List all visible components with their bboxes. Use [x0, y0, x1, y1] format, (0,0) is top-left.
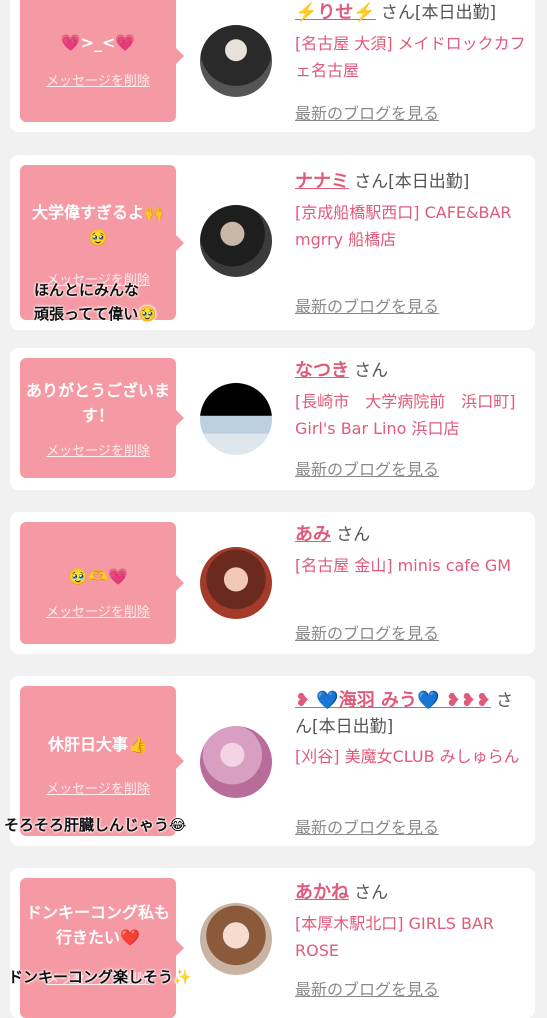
blog-link[interactable]: 最新のブログを見る	[295, 293, 439, 317]
blog-link[interactable]: 最新のブログを見る	[295, 976, 439, 1000]
blog-link[interactable]: 最新のブログを見る	[295, 814, 439, 838]
shop-name: [名古屋 金山] minis cafe GM	[295, 556, 512, 575]
message-text: ドンキーコング私も行きたい❤️	[25, 903, 170, 947]
cast-name-link[interactable]: ❥ 💙海羽 みう💙 ❥❥❥	[295, 690, 491, 711]
avatar[interactable]	[200, 383, 272, 455]
delete-message-link[interactable]: メッセージを削除	[20, 70, 176, 89]
cast-name-link[interactable]: ナナミ	[295, 171, 349, 192]
blog-link[interactable]: 最新のブログを見る	[295, 456, 439, 480]
cast-name-link[interactable]: ⚡️りせ⚡️	[295, 2, 376, 23]
message-text: 休肝日大事👍	[48, 735, 148, 754]
avatar[interactable]	[200, 726, 272, 798]
cast-name-link[interactable]: あみ	[295, 524, 331, 545]
delete-message-link[interactable]: メッセージを削除	[20, 601, 176, 620]
message-text: 🥹🫶💗	[68, 567, 128, 586]
message-card: 🥹🫶💗 メッセージを削除 あみ さん [名古屋 金山] minis cafe G…	[10, 512, 535, 654]
san-label: さん[本日出勤]	[380, 3, 497, 23]
message-text: 大学偉すぎるよ🙌🥹	[32, 203, 164, 247]
cast-info: ⚡️りせ⚡️ さん[本日出勤] [名古屋 大須] メイドロックカフェ名古屋	[295, 0, 530, 84]
blog-link[interactable]: 最新のブログを見る	[295, 620, 439, 644]
cast-info: あかね さん [本厚木駅北口] GIRLS BAR ROSE	[295, 878, 530, 964]
shop-name: [長崎市 大学病院前 浜口町] Girl's Bar Lino 浜口店	[295, 392, 516, 438]
avatar[interactable]	[200, 205, 272, 277]
message-bubble: 🥹🫶💗 メッセージを削除	[20, 522, 184, 644]
overlay-caption: ドンキーコング楽しそう✨	[8, 968, 192, 986]
message-card: ありがとうございます！ メッセージを削除 なつき さん [長崎市 大学病院前 浜…	[10, 348, 535, 490]
shop-name: [刈谷] 美魔女CLUB みしゅらん	[295, 747, 520, 766]
san-label: さん	[336, 525, 371, 545]
san-label: さん	[354, 883, 389, 903]
cast-name-link[interactable]: あかね	[295, 882, 349, 903]
message-bubble: ありがとうございます！ メッセージを削除	[20, 358, 184, 478]
cast-info: ❥ 💙海羽 みう💙 ❥❥❥ さん[本日出勤] [刈谷] 美魔女CLUB みしゅら…	[295, 686, 530, 770]
avatar[interactable]	[200, 547, 272, 619]
message-text: 💗>_<💗	[60, 33, 136, 52]
message-bubble: ドンキーコング私も行きたい❤️ メッセージを削除	[20, 878, 184, 1018]
message-card: ドンキーコング私も行きたい❤️ メッセージを削除 あかね さん [本厚木駅北口]…	[10, 868, 535, 1018]
delete-message-link[interactable]: メッセージを削除	[20, 778, 176, 797]
message-bubble: 💗>_<💗 メッセージを削除	[20, 0, 184, 122]
shop-name: [本厚木駅北口] GIRLS BAR ROSE	[295, 914, 495, 960]
avatar[interactable]	[200, 903, 272, 975]
cast-info: あみ さん [名古屋 金山] minis cafe GM	[295, 520, 530, 579]
blog-link[interactable]: 最新のブログを見る	[295, 100, 439, 124]
san-label: さん	[354, 361, 389, 381]
delete-message-link[interactable]: メッセージを削除	[20, 440, 176, 459]
message-card: 💗>_<💗 メッセージを削除 ⚡️りせ⚡️ さん[本日出勤] [名古屋 大須] …	[10, 0, 535, 132]
san-label: さん[本日出勤]	[354, 172, 470, 192]
message-text: ありがとうございます！	[25, 381, 170, 425]
shop-name: [京成船橋駅西口] CAFE&BAR mgrry 船橋店	[295, 203, 512, 249]
shop-name: [名古屋 大須] メイドロックカフェ名古屋	[295, 34, 526, 80]
avatar[interactable]	[200, 25, 272, 97]
cast-name-link[interactable]: なつき	[295, 360, 349, 381]
overlay-caption: ほんとにみんな 頑張ってて偉い🥹	[34, 281, 157, 323]
overlay-caption: そろそろ肝臓しんじゃう😂	[4, 816, 187, 834]
cast-info: ナナミ さん[本日出勤] [京成船橋駅西口] CAFE&BAR mgrry 船橋…	[295, 167, 530, 253]
cast-info: なつき さん [長崎市 大学病院前 浜口町] Girl's Bar Lino 浜…	[295, 356, 530, 442]
